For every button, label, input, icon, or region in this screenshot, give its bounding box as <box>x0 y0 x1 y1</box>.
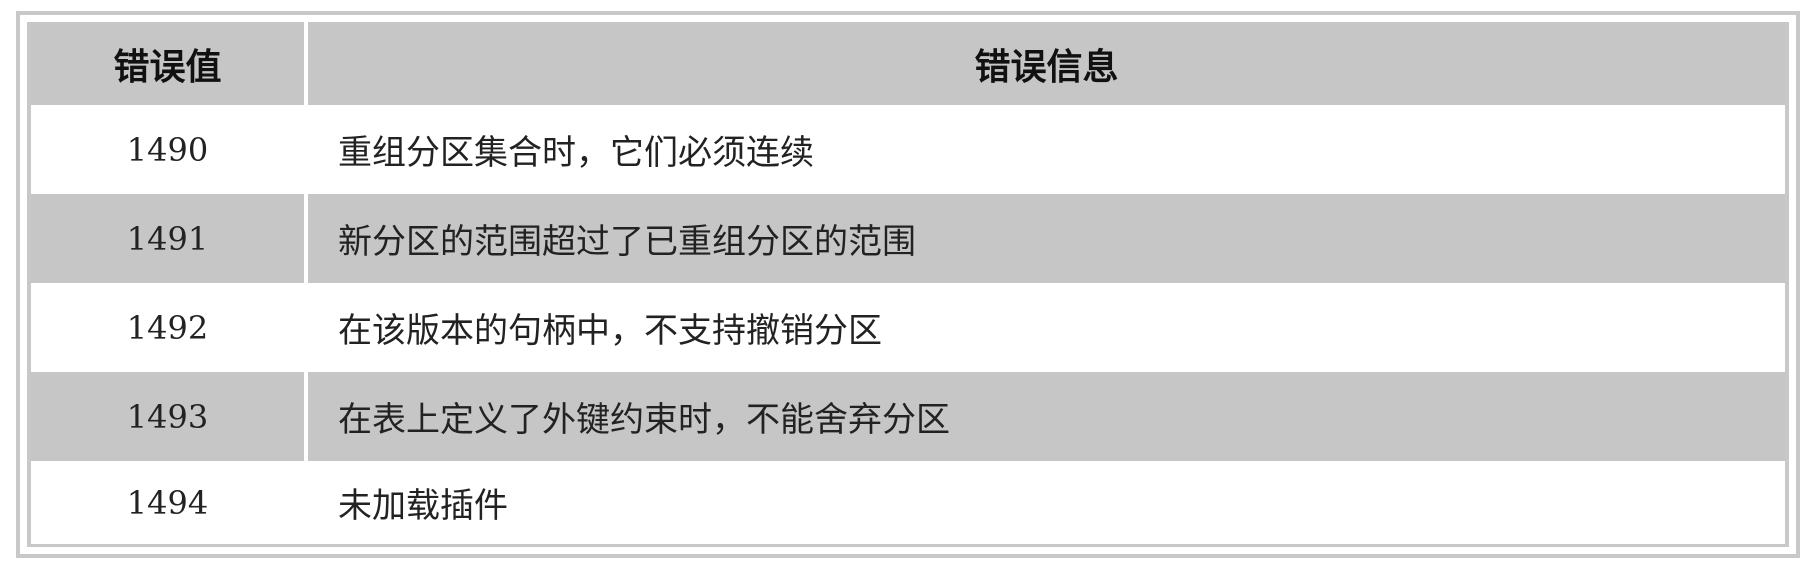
error-code-cell: 1490 <box>31 105 308 194</box>
header-error-code: 错误值 <box>31 22 308 105</box>
error-code-cell: 1491 <box>31 194 308 283</box>
error-code-cell: 1492 <box>31 283 308 372</box>
table-row: 1491 新分区的范围超过了已重组分区的范围 <box>31 194 1785 283</box>
table-row: 1493 在表上定义了外键约束时，不能舍弃分区 <box>31 372 1785 461</box>
table-row: 1494 未加载插件 <box>31 461 1785 544</box>
error-message-cell: 未加载插件 <box>338 486 508 526</box>
table-row: 1490 重组分区集合时，它们必须连续 <box>31 105 1785 194</box>
error-message-cell: 新分区的范围超过了已重组分区的范围 <box>338 222 916 262</box>
error-code-cell: 1494 <box>31 461 308 544</box>
error-table: 错误值 错误信息 1490 重组分区集合时，它们必须连续 1491 新分区的范围… <box>27 22 1789 547</box>
error-message-cell: 在表上定义了外键约束时，不能舍弃分区 <box>338 400 950 440</box>
error-message-cell: 在该版本的句柄中，不支持撤销分区 <box>338 311 882 351</box>
table-header-row: 错误值 错误信息 <box>31 22 1785 105</box>
table-row: 1492 在该版本的句柄中，不支持撤销分区 <box>31 283 1785 372</box>
header-error-message: 错误信息 <box>974 45 1119 88</box>
error-code-cell: 1493 <box>31 372 308 461</box>
error-message-cell: 重组分区集合时，它们必须连续 <box>338 133 814 173</box>
